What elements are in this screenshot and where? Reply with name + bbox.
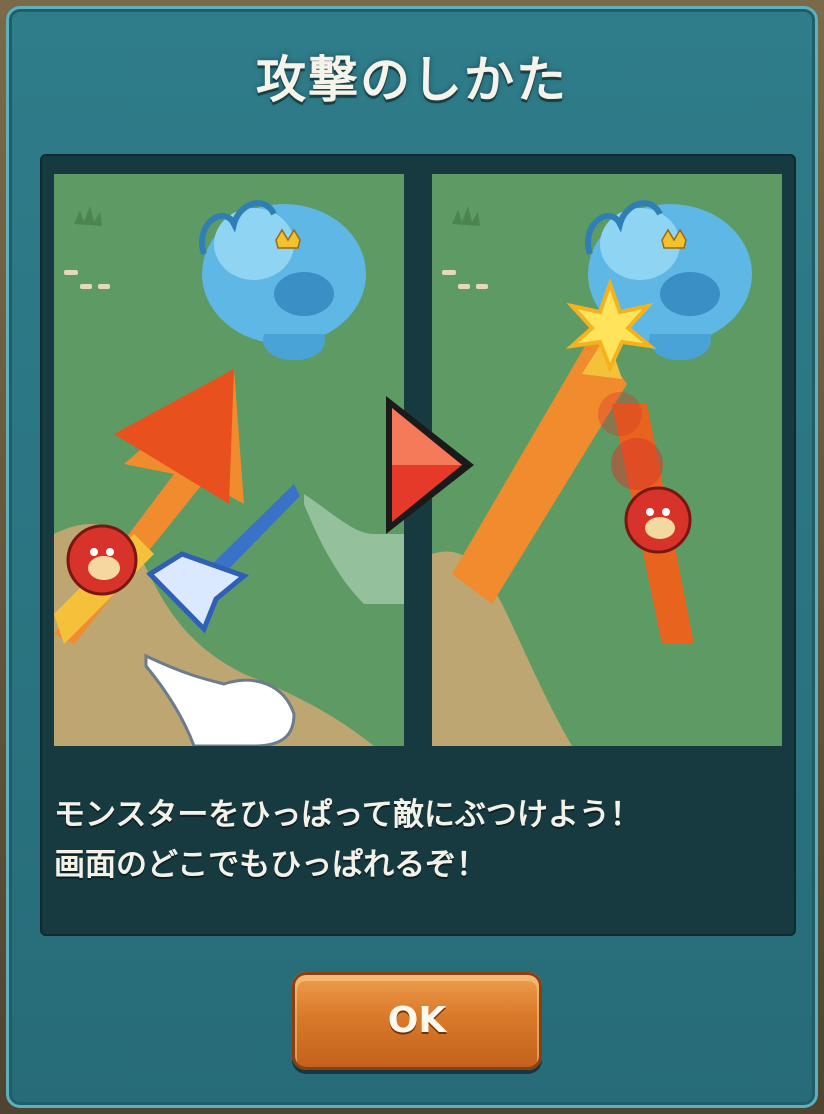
dialog-title: 攻撃のしかた [256, 51, 568, 109]
illustration-before [54, 174, 404, 746]
screen-frame: 攻撃のしかた モンスターをひっぱって敵にぶつけよう！ 画面のどこでもひっぱれるぞ… [0, 0, 824, 1114]
scene-after-svg [432, 174, 782, 746]
red-play-arrow-icon [386, 396, 474, 534]
scene-before-svg [54, 174, 404, 746]
pebble [476, 284, 488, 289]
pebble [64, 270, 78, 275]
illustration-after [432, 174, 782, 746]
afterimage [598, 392, 642, 436]
ok-button[interactable]: OK [292, 972, 542, 1070]
tutorial-dialog: 攻撃のしかた モンスターをひっぱって敵にぶつけよう！ 画面のどこでもひっぱれるぞ… [6, 6, 818, 1108]
pebble [80, 284, 92, 289]
dragon-monster-icon [624, 486, 692, 554]
pebble [442, 270, 456, 275]
tutorial-panel: モンスターをひっぱって敵にぶつけよう！ 画面のどこでもひっぱれるぞ！ [40, 154, 796, 936]
instruction-line-2: 画面のどこでもひっぱれるぞ！ [54, 847, 488, 883]
afterimage [611, 438, 663, 490]
instruction-line-1: モンスターをひっぱって敵にぶつけよう！ [54, 797, 641, 833]
pebble [458, 284, 470, 289]
pebble [98, 284, 110, 289]
instruction-text: モンスターをひっぱって敵にぶつけよう！ 画面のどこでもひっぱれるぞ！ [54, 790, 784, 890]
dragon-monster-icon [66, 524, 138, 596]
